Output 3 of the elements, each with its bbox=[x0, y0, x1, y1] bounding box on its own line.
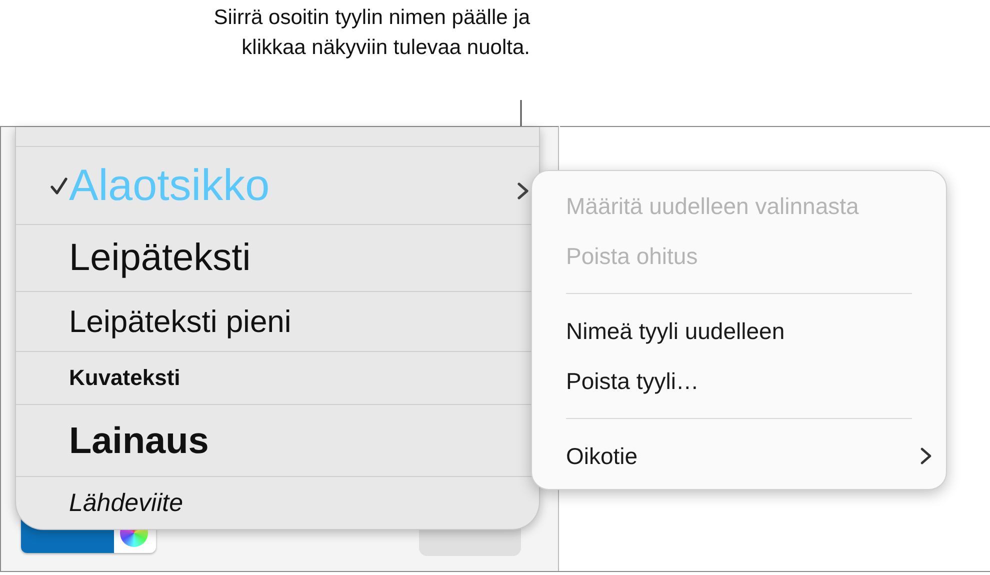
chevron-right-icon[interactable] bbox=[517, 182, 529, 200]
checkmark-icon bbox=[50, 176, 68, 194]
callout-text: Siirrä osoitin tyylin nimen päälle ja klikkaa näkyviin tulevaa nuolta. bbox=[212, 5, 530, 61]
